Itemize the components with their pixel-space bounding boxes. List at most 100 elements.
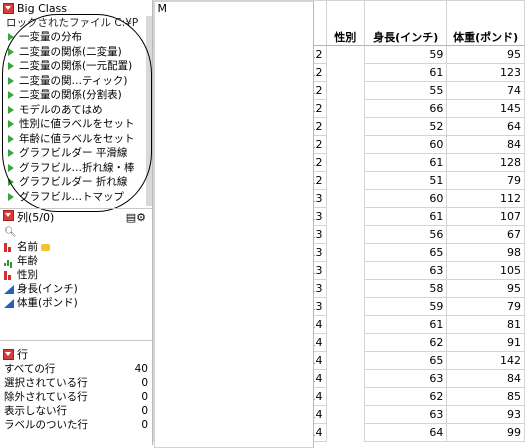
table-cell[interactable]: 65 [364,243,448,262]
script-label: 二変量の関係(分割表) [19,89,122,101]
play-icon[interactable] [8,105,14,114]
play-icon[interactable] [8,76,14,85]
table-cell[interactable]: 51 [364,171,448,190]
row-stat-label: 表示しない行 [4,405,67,417]
column-item[interactable]: 身長(インチ) [0,282,152,296]
table-cell[interactable]: 95 [446,45,525,64]
table-cell[interactable]: 79 [446,297,525,316]
table-cell[interactable]: 63 [364,405,448,424]
table-cell[interactable]: 84 [446,135,525,154]
play-icon[interactable] [8,47,14,56]
play-icon[interactable] [8,192,14,201]
table-cell[interactable]: 61 [364,315,448,334]
table-script-item[interactable]: モデルのあてはめ [0,103,152,118]
table-cell[interactable]: 61 [364,207,448,226]
table-script-item[interactable]: 二変量の関係(一元配置) [0,59,152,74]
column-search[interactable]: 🔍︎ [0,225,152,240]
table-script-item[interactable]: 一変量の分布 [0,30,152,45]
scripts-scrollbar[interactable] [146,16,152,206]
play-icon[interactable] [8,178,14,186]
table-cell[interactable]: 95 [446,279,525,298]
play-icon[interactable] [8,33,14,41]
table-cell[interactable]: 128 [446,153,525,172]
table-cell[interactable]: 60 [364,189,448,208]
column-header[interactable]: 体重(ポンド) [446,0,525,46]
table-cell[interactable]: 63 [364,261,448,280]
table-cell[interactable]: 62 [364,333,448,352]
table-cell[interactable]: 142 [446,351,525,370]
table-cell[interactable]: 64 [446,117,525,136]
table-cell[interactable]: 60 [364,135,448,154]
column-header[interactable]: 身長(インチ) [364,0,448,46]
columns-panel-header[interactable]: 列(5/0) ▤⚙ [0,209,152,225]
column-header[interactable]: 性別 [325,0,366,46]
table-cell[interactable]: 93 [446,405,525,424]
red-triangle-menu-icon[interactable] [3,210,14,221]
table-cell[interactable]: 79 [446,171,525,190]
table-cell[interactable]: M [153,0,314,448]
table-panel-header[interactable]: Big Class [0,0,152,16]
continuous-column-icon [4,284,14,294]
column-item[interactable]: 体重(ポンド) [0,296,152,310]
play-icon[interactable] [8,134,14,143]
table-cell[interactable]: 58 [364,279,448,298]
script-label: 二変量の関係(一元配置) [19,60,133,72]
table-cell[interactable]: 81 [446,315,525,334]
table-cell[interactable]: 85 [446,387,525,406]
table-script-item[interactable]: グラフビルダー 平滑線 [0,146,152,161]
table-cell[interactable]: 59 [364,297,448,316]
columns-panel: 列(5/0) ▤⚙ 🔍︎ 名前 年齢 性別 身長(インチ) 体重(ポンド) [0,209,152,339]
play-icon[interactable] [8,120,14,128]
table-cell[interactable]: 145 [446,99,525,118]
table-script-item[interactable]: 年齢に値ラベルをセット [0,132,152,147]
table-cell[interactable]: 98 [446,243,525,262]
table-cell[interactable]: 66 [364,99,448,118]
table-cell[interactable]: 84 [446,369,525,388]
table-cell[interactable]: 62 [364,387,448,406]
table-row[interactable]: 22ALFRED14M6499 [152,0,525,448]
play-icon[interactable] [8,163,14,172]
play-icon[interactable] [8,91,14,99]
script-label: 性別に値ラベルをセット [19,118,135,130]
table-script-item[interactable]: グラフビル…トマップ [0,190,152,205]
table-cell[interactable]: 55 [364,81,448,100]
table-cell[interactable]: 56 [364,225,448,244]
column-item[interactable]: 名前 [0,240,152,254]
play-icon[interactable] [8,149,14,157]
script-label: 一変量の分布 [19,31,82,43]
table-script-item[interactable]: グラフビル…折れ線・棒 [0,161,152,176]
column-group-icon[interactable]: ▤⚙ [126,211,146,224]
table-cell[interactable]: 52 [364,117,448,136]
table-script-item[interactable]: 性別に値ラベルをセット [0,117,152,132]
row-stat: 除外されている行 0 [0,390,152,404]
column-item[interactable]: 年齢 [0,254,152,268]
table-cell[interactable]: 105 [446,261,525,280]
table-cell[interactable]: 63 [364,369,448,388]
table-cell[interactable]: 112 [446,189,525,208]
row-stat-label: 選択されている行 [4,377,88,389]
locked-file-label: ロックされたファイル C:¥P [6,17,139,29]
table-cell[interactable]: 61 [364,153,448,172]
red-triangle-menu-icon[interactable] [3,2,14,14]
table-cell[interactable]: 74 [446,81,525,100]
table-cell[interactable]: 59 [364,45,448,64]
red-triangle-menu-icon[interactable] [3,348,14,360]
table-script-item[interactable]: 二変量の関係(分割表) [0,88,152,103]
rows-panel-header[interactable]: 行 [0,346,152,362]
row-stat: ラベルのついた行 0 [0,418,152,432]
table-script-item[interactable]: グラフビルダー 折れ線 [0,175,152,190]
row-stat-value: 0 [141,391,148,403]
table-cell[interactable]: 64 [364,423,448,442]
table-cell[interactable]: 91 [446,333,525,352]
table-cell[interactable]: 99 [446,423,525,442]
table-name: Big Class [17,1,68,15]
table-cell[interactable]: 67 [446,225,525,244]
table-script-item[interactable]: 二変量の関…ティック) [0,74,152,89]
column-item[interactable]: 性別 [0,268,152,282]
table-script-item[interactable]: 二変量の関係(二変量) [0,45,152,60]
table-cell[interactable]: 107 [446,207,525,226]
table-cell[interactable]: 61 [364,63,448,82]
table-cell[interactable]: 65 [364,351,448,370]
play-icon[interactable] [8,62,14,70]
table-cell[interactable]: 123 [446,63,525,82]
